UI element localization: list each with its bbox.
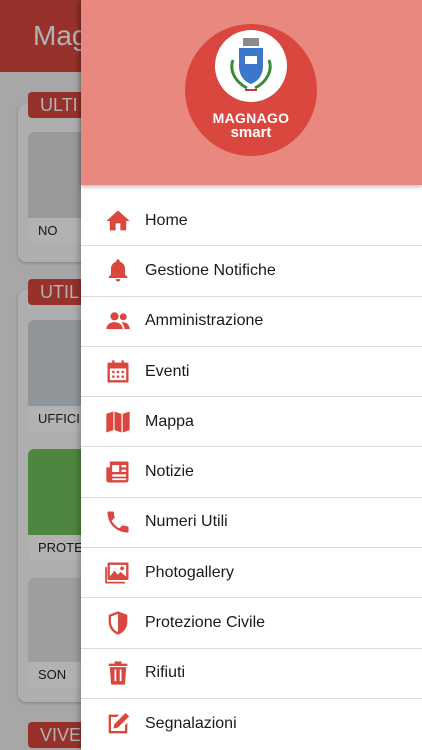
navigation-drawer: MAGNAGO smart Home Gestione Notifiche Am… [81,0,422,750]
menu-label: Notizie [145,463,194,481]
menu-item-news[interactable]: Notizie [81,447,422,498]
menu-item-home[interactable]: Home [81,196,422,247]
menu-item-photogallery[interactable]: Photogallery [81,548,422,599]
drawer-menu: Home Gestione Notifiche Amministrazione … [81,196,422,749]
logo-subtitle: smart [230,124,272,141]
menu-item-reports[interactable]: Segnalazioni [81,699,422,749]
images-icon [103,558,133,588]
menu-label: Eventi [145,362,190,380]
menu-item-map[interactable]: Mappa [81,397,422,448]
users-icon [103,306,133,336]
home-icon [103,206,133,236]
menu-label: Numeri Utili [145,513,228,531]
trash-icon [103,658,133,688]
municipal-crest-icon [215,30,287,102]
menu-item-notifications[interactable]: Gestione Notifiche [81,246,422,297]
edit-icon [103,709,133,739]
menu-label: Protezione Civile [145,614,266,632]
phone-icon [103,507,133,537]
shield-icon [103,608,133,638]
menu-label: Photogallery [145,563,234,581]
menu-label: Segnalazioni [145,715,237,733]
bell-icon [103,256,133,286]
menu-label: Mappa [145,412,194,430]
menu-item-administration[interactable]: Amministrazione [81,297,422,347]
menu-item-waste[interactable]: Rifiuti [81,649,422,699]
menu-item-civil-protection[interactable]: Protezione Civile [81,598,422,649]
menu-item-events[interactable]: Eventi [81,347,422,398]
menu-label: Gestione Notifiche [145,261,276,279]
newspaper-icon [103,457,133,487]
menu-label: Rifiuti [145,664,186,682]
app-logo: MAGNAGO smart [185,24,317,156]
calendar-icon [103,357,133,387]
menu-label: Home [145,211,188,229]
menu-item-useful-numbers[interactable]: Numeri Utili [81,498,422,549]
drawer-header: MAGNAGO smart [81,0,422,185]
map-icon [103,407,133,437]
menu-label: Amministrazione [145,312,264,330]
